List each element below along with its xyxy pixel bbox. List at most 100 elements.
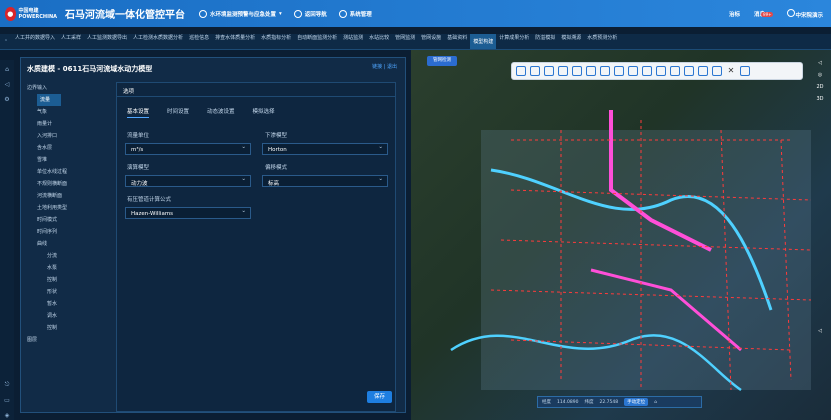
select-tool-icon[interactable] (516, 66, 526, 76)
grid-tool-icon[interactable] (670, 66, 680, 76)
tree-item[interactable]: 水泵 (21, 262, 111, 274)
chart-tool-icon[interactable] (712, 66, 722, 76)
exit-button[interactable]: 退出 (387, 64, 397, 70)
tree-item[interactable]: 控制 (21, 274, 111, 286)
3d-button[interactable]: 3D (816, 96, 823, 102)
back-tool-icon[interactable] (628, 66, 638, 76)
measure-tool-icon[interactable] (544, 66, 554, 76)
share-icon[interactable]: ◁ (818, 60, 822, 66)
collapse-nav-icon[interactable]: ⌃ (0, 39, 12, 45)
compass-icon[interactable]: ◎ (818, 72, 822, 78)
nav-item[interactable]: 水质预测分析 (584, 34, 620, 49)
nav-item[interactable]: 模拟溯源 (558, 34, 584, 49)
camera-tool-icon[interactable] (684, 66, 694, 76)
close-icon[interactable]: ✕ (726, 66, 736, 76)
save-button[interactable]: 保存 (367, 391, 392, 403)
nav-item[interactable]: 测站监测 (340, 34, 366, 49)
fullscreen-icon[interactable]: ⌂ (654, 400, 657, 405)
nav-item[interactable]: 自动断面监测分析 (294, 34, 340, 49)
link-button[interactable]: 链接 (372, 64, 382, 70)
menu-item-back[interactable]: 返回导航 (293, 9, 327, 18)
menu-item-system[interactable]: 系统管理 (338, 9, 372, 18)
options-tab[interactable]: 时间设置 (167, 107, 189, 118)
nav-item[interactable]: 排查水体质量分析 (212, 34, 258, 49)
tree-item[interactable]: 图层 (21, 334, 111, 346)
nav-item[interactable]: 模型构建 (470, 34, 497, 49)
nav-item[interactable]: 防溢模拟 (532, 34, 558, 49)
nav-item[interactable]: 人工井的数据导入 (12, 34, 58, 49)
nav-item[interactable]: 人工采样 (58, 34, 84, 49)
tree-item[interactable]: 暂水 (21, 298, 111, 310)
node-tool-icon[interactable] (558, 66, 568, 76)
locate-button[interactable]: 手动定位 (624, 398, 649, 406)
tree-item[interactable]: 入河排口 (21, 130, 111, 142)
tree-item[interactable]: 调水 (21, 310, 111, 322)
nav-item[interactable]: 管网监测 (392, 34, 418, 49)
tree-item[interactable]: 雪堆 (21, 154, 111, 166)
tree-item[interactable]: 曲线 (21, 238, 111, 250)
logo-line2: POWERCHINA (18, 13, 57, 20)
layer-tool-icon[interactable] (586, 66, 596, 76)
pressure-formula-select[interactable]: Hazen-Williams (125, 207, 251, 219)
options-tab[interactable]: 动态波设置 (207, 107, 235, 118)
tree-item[interactable]: 控制 (21, 322, 111, 334)
layers-icon[interactable]: ◈ (5, 412, 10, 419)
settings-icon[interactable]: ⚙ (4, 96, 9, 103)
2d-button[interactable]: 2D (816, 84, 823, 90)
nav-item[interactable]: 巡检信息 (186, 34, 212, 49)
warning-icon (199, 9, 207, 18)
tree-item[interactable]: 不规则横断面 (21, 178, 111, 190)
user-name: 中宋院演示 (795, 12, 823, 19)
options-tab[interactable]: 模拟选择 (253, 107, 275, 118)
map-toolbar: ✕ (511, 62, 803, 80)
nav-item[interactable]: 水质指标分析 (258, 34, 294, 49)
tree-item[interactable]: 土地利用类型 (21, 202, 111, 214)
tree-item[interactable]: 河流横断面 (21, 190, 111, 202)
tree-item[interactable]: 时间模式 (21, 214, 111, 226)
link-tool-icon[interactable] (642, 66, 652, 76)
section-title: 选项 (117, 83, 395, 97)
distance-tool-icon[interactable] (614, 66, 624, 76)
home-icon[interactable]: ⌂ (5, 66, 9, 73)
tree-item[interactable]: 流量 (37, 94, 61, 106)
pipe-check-chip[interactable]: 管网检测 (427, 56, 457, 66)
pump-tool-icon[interactable] (656, 66, 666, 76)
mail-tool-icon[interactable] (698, 66, 708, 76)
export-icon[interactable]: ⎋ (5, 381, 10, 389)
map-view[interactable] (411, 50, 831, 420)
module-nav: ⌃ 人工井的数据导入 人工采样 人工监测数据导出 人工检测水质数据分析 巡检信息 排查水体… (0, 34, 831, 50)
nav-item[interactable]: 计算成果分析 (496, 34, 532, 49)
tree-item[interactable]: 气象 (21, 106, 111, 118)
left-toolbar: ⌂ ◁ ⚙ ⎋ ▭ ◈ (0, 60, 14, 420)
zoom-icon[interactable]: ◁ (818, 328, 822, 334)
tree-item[interactable]: 形状 (21, 286, 111, 298)
notification-button[interactable]: 消息99+ (754, 10, 774, 18)
tree-item[interactable]: 含水层 (21, 142, 111, 154)
menu-item-warning[interactable]: 水环境监测预警与应急处置 ▾ (199, 9, 282, 18)
routing-select[interactable]: 动力波 (125, 175, 251, 187)
pressure-formula-label: 有压管道计算公式 (127, 197, 172, 203)
nav-item[interactable]: 人工检测水质数据分析 (130, 34, 186, 49)
monitor-icon[interactable]: ▭ (4, 397, 10, 404)
bar-tool-icon[interactable] (572, 66, 582, 76)
flow-unit-select[interactable]: m³/s (125, 143, 251, 155)
grid2-tool-icon[interactable] (740, 66, 750, 76)
options-tab[interactable]: 基本设置 (127, 107, 150, 118)
tree-item[interactable]: 时间序列 (21, 226, 111, 238)
nav-item[interactable]: 人工监测数据导出 (84, 34, 130, 49)
tree-item[interactable]: 雨量计 (21, 118, 111, 130)
fill-tool-icon[interactable] (600, 66, 610, 76)
user-menu[interactable]: 中宋院演示 (787, 8, 823, 19)
nav-item[interactable]: 基础资料 (444, 34, 470, 49)
nav-item[interactable]: 水站比较 (366, 34, 392, 49)
tree-item[interactable]: 单位水线过程 (21, 166, 111, 178)
nav-item[interactable]: 管网设施 (418, 34, 444, 49)
offset-select[interactable]: 标高 (262, 175, 388, 187)
infiltration-select[interactable]: Horton (262, 143, 388, 155)
notification-badge: 99+ (761, 11, 774, 17)
sound-icon[interactable]: ◁ (5, 81, 10, 88)
tree-item[interactable]: 边界输入 (21, 82, 111, 94)
tree-item[interactable]: 分流 (21, 250, 111, 262)
header-link-0[interactable]: 治标 (729, 10, 740, 18)
hydrology-tool-icon[interactable] (530, 66, 540, 76)
